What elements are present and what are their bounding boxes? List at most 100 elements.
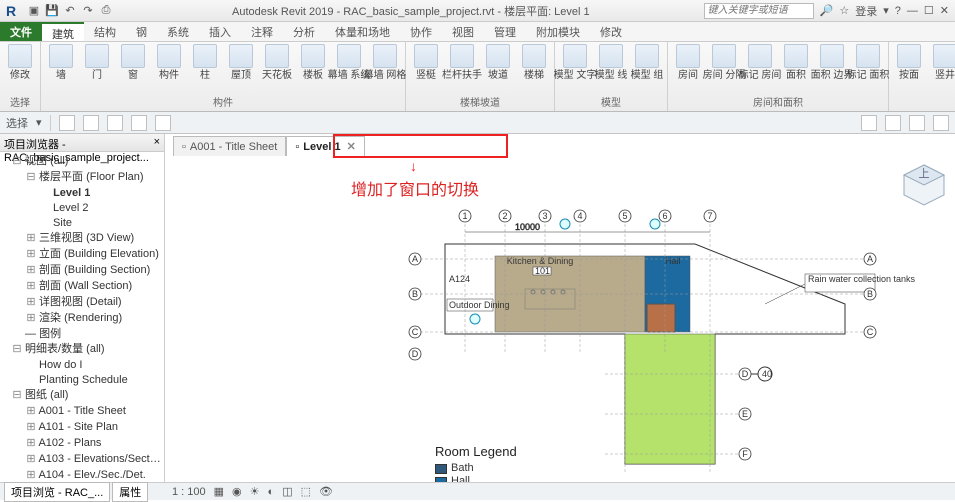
opt-r4-icon[interactable]: [933, 115, 949, 131]
tree-node[interactable]: Planting Schedule: [2, 373, 162, 388]
ribbon-button[interactable]: 幕墙 网格: [369, 44, 401, 81]
ribbon-button[interactable]: 楼梯: [518, 44, 550, 81]
tree-node[interactable]: ⊞ A104 - Elev./Sec./Det.: [2, 468, 162, 482]
floor-plan-drawing[interactable]: Outdoor Dining A124 Kitchen & Dining 101…: [365, 204, 925, 474]
tab-architecture[interactable]: 建筑: [42, 22, 84, 41]
ribbon-button[interactable]: 墙: [45, 44, 77, 81]
opt-filter-icon[interactable]: [59, 115, 75, 131]
favorite-icon[interactable]: ☆: [839, 4, 849, 17]
scale-value[interactable]: 1 : 100: [170, 486, 208, 498]
ribbon-button[interactable]: 模型 线: [595, 44, 627, 81]
status-tab-properties[interactable]: 属性: [112, 482, 148, 502]
tab-addins[interactable]: 附加模块: [526, 22, 590, 41]
login-button[interactable]: 登录: [855, 3, 877, 19]
ribbon-button[interactable]: 楼板: [297, 44, 329, 81]
ribbon-button[interactable]: 竖梃: [410, 44, 442, 81]
tree-node[interactable]: ⊞ A103 - Elevations/Sections: [2, 452, 162, 468]
ribbon-button[interactable]: 修改: [4, 44, 36, 81]
tree-node[interactable]: — 图例: [2, 327, 162, 342]
ribbon-button[interactable]: 坡道: [482, 44, 514, 81]
ribbon-button[interactable]: 竖井: [929, 44, 955, 81]
open-icon[interactable]: ▣: [26, 3, 42, 19]
tree-node[interactable]: ⊞ 立面 (Building Elevation): [2, 247, 162, 263]
view-cube[interactable]: 上: [899, 160, 949, 210]
redo-icon[interactable]: ↷: [80, 3, 96, 19]
tab-manage[interactable]: 管理: [484, 22, 526, 41]
tab-structure[interactable]: 结构: [84, 22, 126, 41]
tab-file[interactable]: 文件: [0, 22, 42, 41]
opt-r1-icon[interactable]: [861, 115, 877, 131]
tree-node[interactable]: ⊞ A101 - Site Plan: [2, 420, 162, 436]
crop-icon[interactable]: ◫: [280, 485, 294, 498]
visual-style-icon[interactable]: ◉: [230, 485, 244, 498]
tree-node[interactable]: ⊟ 图纸 (all): [2, 388, 162, 404]
tree-node[interactable]: ⊞ 详图视图 (Detail): [2, 295, 162, 311]
opt-pin-icon[interactable]: [107, 115, 123, 131]
ribbon-button[interactable]: 面积: [780, 44, 812, 81]
tab-view[interactable]: 视图: [442, 22, 484, 41]
opt-r3-icon[interactable]: [909, 115, 925, 131]
ribbon-button[interactable]: 模型 组: [631, 44, 663, 81]
tree-node[interactable]: ⊞ A001 - Title Sheet: [2, 404, 162, 420]
print-icon[interactable]: ⎙: [98, 3, 114, 19]
tree-node[interactable]: ⊞ 剖面 (Building Section): [2, 263, 162, 279]
tree-node[interactable]: ⊞ 渲染 (Rendering): [2, 311, 162, 327]
tree-node[interactable]: Level 2: [2, 201, 162, 216]
help-icon[interactable]: ?: [895, 5, 901, 17]
opt-r2-icon[interactable]: [885, 115, 901, 131]
tree-node[interactable]: Site: [2, 216, 162, 231]
detail-level-icon[interactable]: ▦: [212, 485, 226, 498]
opt-temp-icon[interactable]: [131, 115, 147, 131]
project-browser-tree[interactable]: ⊟ 视图 (all)⊟ 楼层平面 (Floor Plan) Level 1 Le…: [0, 152, 164, 482]
tab-massing[interactable]: 体量和场地: [325, 22, 400, 41]
doctab-level1[interactable]: ▫ Level 1 ✕: [286, 136, 364, 156]
tab-modify[interactable]: 修改: [590, 22, 632, 41]
close-icon[interactable]: ✕: [940, 4, 949, 17]
doctab-close-icon[interactable]: ✕: [345, 140, 356, 153]
doctab-title-sheet[interactable]: ▫ A001 - Title Sheet: [173, 136, 286, 156]
ribbon-button[interactable]: 面积 边界: [816, 44, 848, 81]
infocenter-icon[interactable]: 🔎: [820, 4, 834, 17]
panel-close-icon[interactable]: ×: [154, 136, 160, 149]
tree-node[interactable]: ⊟ 明细表/数量 (all): [2, 342, 162, 358]
hide-icon[interactable]: 👁: [317, 485, 335, 498]
tree-node[interactable]: ⊞ 三维视图 (3D View): [2, 231, 162, 247]
crop-region-icon[interactable]: ⬚: [299, 485, 313, 498]
select-dropdown-icon[interactable]: ▾: [36, 116, 42, 129]
ribbon-button[interactable]: 窗: [117, 44, 149, 81]
ribbon-button[interactable]: 标记 面积: [852, 44, 884, 81]
tab-systems[interactable]: 系统: [157, 22, 199, 41]
tree-node[interactable]: ⊞ 剖面 (Wall Section): [2, 279, 162, 295]
tab-analyze[interactable]: 分析: [283, 22, 325, 41]
minimize-icon[interactable]: —: [907, 5, 918, 17]
ribbon-button[interactable]: 天花板: [261, 44, 293, 81]
tab-collaborate[interactable]: 协作: [400, 22, 442, 41]
tree-node[interactable]: Level 1: [2, 186, 162, 201]
help-search-input[interactable]: [704, 3, 814, 19]
tab-annotate[interactable]: 注释: [241, 22, 283, 41]
ribbon-button[interactable]: 标记 房间: [744, 44, 776, 81]
app-menu-icon[interactable]: ▾: [883, 4, 889, 17]
ribbon-button[interactable]: 房间 分隔: [708, 44, 740, 81]
tree-node[interactable]: ⊟ 楼层平面 (Floor Plan): [2, 170, 162, 186]
save-icon[interactable]: 💾: [44, 3, 60, 19]
ribbon-button[interactable]: 屋顶: [225, 44, 257, 81]
ribbon-button[interactable]: 柱: [189, 44, 221, 81]
ribbon-button[interactable]: 模型 文字: [559, 44, 591, 81]
tab-steel[interactable]: 钢: [126, 22, 157, 41]
drawing-canvas[interactable]: ▫ A001 - Title Sheet ▫ Level 1 ✕ ↓ 增加了窗口…: [165, 134, 955, 482]
opt-link-icon[interactable]: [83, 115, 99, 131]
ribbon-button[interactable]: 房间: [672, 44, 704, 81]
status-tab-browser[interactable]: 项目浏览 - RAC_...: [4, 482, 110, 502]
ribbon-button[interactable]: 门: [81, 44, 113, 81]
tab-insert[interactable]: 插入: [199, 22, 241, 41]
maximize-icon[interactable]: ☐: [924, 4, 934, 17]
ribbon-button[interactable]: 栏杆扶手: [446, 44, 478, 81]
tree-node[interactable]: How do I: [2, 358, 162, 373]
tree-node[interactable]: ⊞ A102 - Plans: [2, 436, 162, 452]
undo-icon[interactable]: ↶: [62, 3, 78, 19]
shadows-icon[interactable]: ◐: [266, 486, 277, 498]
sun-path-icon[interactable]: ☀: [248, 485, 262, 498]
ribbon-button[interactable]: 构件: [153, 44, 185, 81]
opt-drag-icon[interactable]: [155, 115, 171, 131]
